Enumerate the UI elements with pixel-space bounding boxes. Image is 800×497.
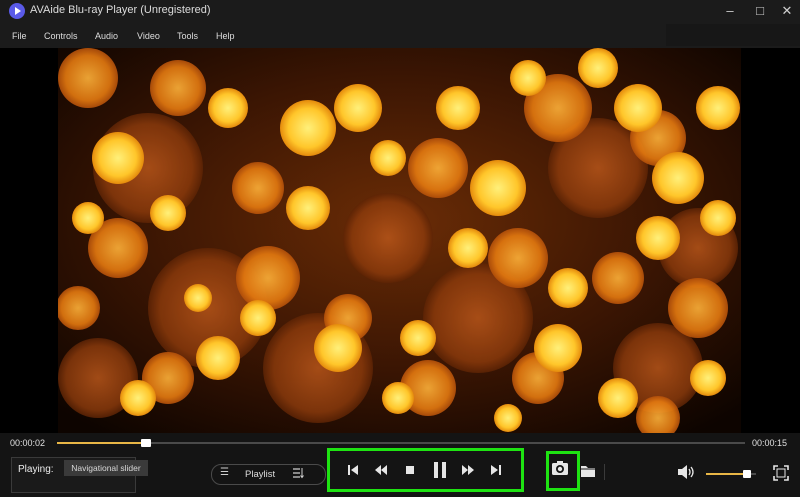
folder-icon[interactable] [580, 464, 596, 483]
current-time: 00:00:02 [10, 438, 46, 448]
menu-video[interactable]: Video [137, 31, 160, 41]
app-logo-icon [9, 3, 25, 19]
pause-icon[interactable] [427, 457, 453, 483]
playlist-sort-icon[interactable] [292, 467, 304, 482]
total-time: 00:00:15 [752, 438, 788, 448]
controls-bar: Playing: Navigational slider ☰ Playlist [0, 448, 800, 497]
close-icon[interactable]: ✕ [777, 1, 797, 21]
menu-help[interactable]: Help [216, 31, 235, 41]
minimize-icon[interactable]: – [720, 1, 740, 21]
video-frame [58, 48, 741, 433]
transport-controls [327, 448, 524, 492]
app-title: AVAide Blu-ray Player (Unregistered) [30, 4, 211, 16]
menu-controls[interactable]: Controls [44, 31, 78, 41]
menu-audio[interactable]: Audio [95, 31, 118, 41]
menu-file[interactable]: File [12, 31, 27, 41]
video-area[interactable] [0, 48, 800, 433]
maximize-icon[interactable]: □ [750, 1, 770, 21]
fast-forward-icon[interactable] [455, 457, 481, 483]
skip-next-icon[interactable] [483, 457, 509, 483]
list-icon: ☰ [220, 467, 229, 478]
playlist-button[interactable]: ☰ Playlist [211, 464, 326, 485]
title-bar: AVAide Blu-ray Player (Unregistered) – □… [0, 0, 800, 22]
fullscreen-icon[interactable] [773, 465, 789, 486]
volume-icon[interactable] [677, 464, 695, 485]
skip-previous-icon[interactable] [340, 457, 366, 483]
volume-fill [706, 473, 747, 475]
stop-icon[interactable] [397, 457, 423, 483]
navigational-slider[interactable] [57, 439, 745, 447]
snapshot-icon[interactable] [546, 451, 580, 491]
rewind-icon[interactable] [368, 457, 394, 483]
progress-knob[interactable] [141, 439, 152, 447]
volume-knob[interactable] [743, 470, 751, 478]
volume-slider[interactable] [706, 470, 756, 478]
navigational-slider-tooltip: Navigational slider [64, 460, 148, 476]
menu-right-area [666, 24, 800, 46]
playlist-label: Playlist [245, 469, 276, 480]
divider [604, 464, 605, 480]
bokeh-video-image [58, 48, 741, 433]
playing-label: Playing: [18, 464, 54, 475]
menu-tools[interactable]: Tools [177, 31, 198, 41]
progress-fill [57, 442, 147, 444]
